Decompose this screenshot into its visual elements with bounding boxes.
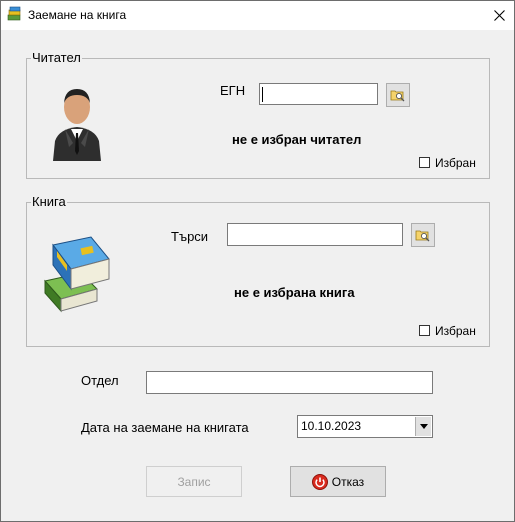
department-label: Отдел	[81, 373, 119, 388]
loan-date-label: Дата на заемане на книгата	[81, 420, 249, 435]
chevron-down-icon	[419, 424, 428, 429]
books-app-icon	[7, 6, 21, 21]
close-icon	[493, 10, 505, 21]
close-button[interactable]	[484, 1, 514, 30]
search-folder-icon	[390, 90, 405, 102]
department-input[interactable]	[146, 371, 433, 394]
reader-status-text: не е избран читател	[232, 132, 362, 147]
reader-avatar-icon	[53, 89, 101, 161]
book-selected-checkbox[interactable]	[419, 325, 430, 336]
book-browse-button[interactable]	[411, 223, 435, 247]
cancel-button-label: Отказ	[331, 474, 365, 489]
reader-selected-label: Избран	[435, 156, 476, 170]
egn-input[interactable]	[259, 83, 378, 105]
window-title: Заемане на книга	[28, 8, 127, 22]
loan-date-dropdown-button[interactable]	[415, 417, 431, 436]
book-group-legend: Книга	[31, 194, 67, 209]
book-group: Книга Търси не е избрана книга Избран	[26, 194, 490, 347]
search-folder-icon	[415, 230, 430, 242]
cancel-icon	[311, 473, 328, 490]
books-icon	[44, 236, 110, 313]
book-search-input[interactable]	[227, 223, 403, 246]
text-caret	[262, 87, 263, 102]
reader-group: Читател ЕГН не е избран читател Избран	[26, 50, 490, 179]
cancel-button[interactable]: Отказ	[290, 466, 386, 497]
reader-browse-button[interactable]	[386, 83, 410, 107]
egn-label: ЕГН	[220, 83, 246, 98]
reader-group-legend: Читател	[31, 50, 82, 65]
save-button[interactable]: Запис	[146, 466, 242, 497]
title-bar: Заемане на книга	[1, 1, 514, 30]
loan-date-value: 10.10.2023	[301, 419, 362, 433]
reader-selected-checkbox[interactable]	[419, 157, 430, 168]
save-button-label: Запис	[177, 474, 211, 489]
book-status-text: не е избрана книга	[234, 285, 355, 300]
loan-date-picker[interactable]: 10.10.2023	[297, 415, 433, 438]
book-selected-label: Избран	[435, 324, 476, 338]
dialog-window: Заемане на книга Читател ЕГН не е избран…	[0, 0, 515, 522]
book-search-label: Търси	[171, 229, 209, 244]
